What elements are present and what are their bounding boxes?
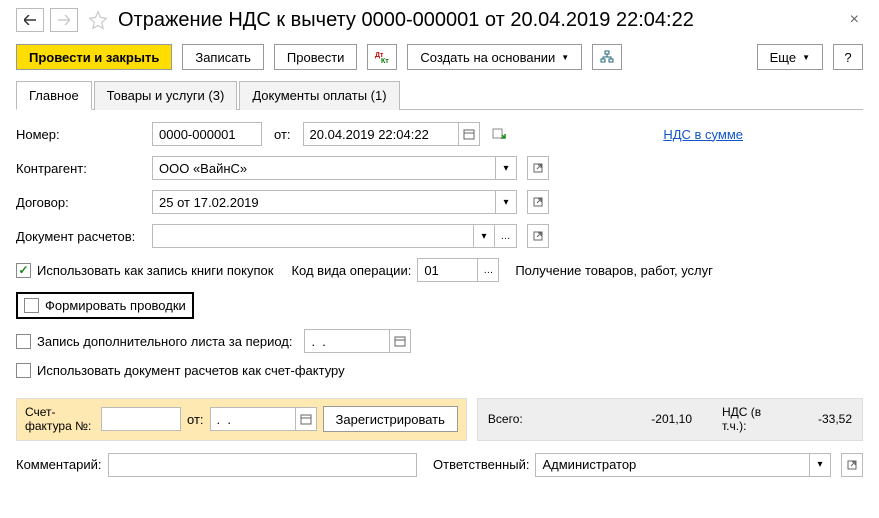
page-title: Отражение НДС к вычету 0000-000001 от 20… <box>118 9 840 32</box>
total-value: -201,10 <box>632 412 692 426</box>
refresh-icon-wrap[interactable] <box>492 127 506 141</box>
invoice-box: Счет-фактура №: от: Зарегистрировать <box>16 398 467 441</box>
totals-box: Всего: -201,10 НДС (в т.ч.): -33,52 <box>477 398 863 441</box>
contract-label: Договор: <box>16 195 146 210</box>
open-button[interactable] <box>841 453 863 477</box>
arrow-right-icon <box>58 15 70 25</box>
write-button[interactable]: Записать <box>182 44 264 70</box>
use-docrasch-checkbox[interactable] <box>16 363 31 378</box>
dtkt-button[interactable]: ДтКт <box>367 44 397 70</box>
nav-back-button[interactable] <box>16 8 44 32</box>
contragent-label: Контрагент: <box>16 161 146 176</box>
sf-from-label: от: <box>187 412 204 427</box>
addsheet-label: Запись дополнительного листа за период: <box>37 334 292 349</box>
addsheet-date-input[interactable] <box>304 329 389 353</box>
sf-label: Счет-фактура №: <box>25 405 95 434</box>
open-icon <box>533 163 543 173</box>
calendar-icon <box>300 413 312 425</box>
dropdown-button[interactable]: ▾ <box>495 190 517 214</box>
refresh-icon <box>492 127 506 141</box>
contract-input[interactable] <box>152 190 495 214</box>
calendar-button[interactable] <box>295 407 317 431</box>
number-input[interactable] <box>152 122 262 146</box>
nav-forward-button[interactable] <box>50 8 78 32</box>
structure-icon <box>600 50 614 64</box>
optype-label: Код вида операции: <box>291 263 411 278</box>
open-icon <box>533 197 543 207</box>
dropdown-button[interactable]: ▾ <box>473 224 495 248</box>
vat-value: -33,52 <box>792 412 852 426</box>
docrasch-label: Документ расчетов: <box>16 229 146 244</box>
sf-number-input[interactable] <box>101 407 181 431</box>
tab-paydocs[interactable]: Документы оплаты (1) <box>239 81 399 110</box>
post-and-close-button[interactable]: Провести и закрыть <box>16 44 172 70</box>
calendar-icon <box>463 128 475 140</box>
dtkt-icon: ДтКт <box>374 50 390 64</box>
tab-main[interactable]: Главное <box>16 81 92 110</box>
number-label: Номер: <box>16 127 146 142</box>
form-entries-label: Формировать проводки <box>45 298 186 313</box>
sf-date-input[interactable] <box>210 407 295 431</box>
responsible-label: Ответственный: <box>433 457 529 472</box>
arrow-left-icon <box>24 15 36 25</box>
date-input[interactable] <box>303 122 458 146</box>
close-button[interactable]: × <box>846 11 863 29</box>
svg-text:Кт: Кт <box>381 58 389 64</box>
star-icon[interactable] <box>88 10 108 30</box>
more-button[interactable]: Еще ▼ <box>757 44 823 70</box>
ellipsis-button[interactable]: … <box>477 258 499 282</box>
open-icon <box>533 231 543 241</box>
optype-input[interactable] <box>417 258 477 282</box>
form-entries-group: Формировать проводки <box>16 292 194 319</box>
optype-desc: Получение товаров, работ, услуг <box>515 263 713 278</box>
responsible-input[interactable] <box>535 453 809 477</box>
caret-down-icon: ▼ <box>561 53 569 62</box>
calendar-button[interactable] <box>458 122 480 146</box>
structure-button[interactable] <box>592 44 622 70</box>
create-based-label: Создать на основании <box>420 50 555 65</box>
comment-input[interactable] <box>108 453 418 477</box>
docrasch-input[interactable] <box>152 224 473 248</box>
open-button[interactable] <box>527 224 549 248</box>
contragent-input[interactable] <box>152 156 495 180</box>
from-label: от: <box>274 127 291 142</box>
help-button[interactable]: ? <box>833 44 863 70</box>
dropdown-button[interactable]: ▾ <box>809 453 831 477</box>
use-book-label: Использовать как запись книги покупок <box>37 263 273 278</box>
calendar-button[interactable] <box>389 329 411 353</box>
calendar-icon <box>394 335 406 347</box>
form-entries-checkbox[interactable] <box>24 298 39 313</box>
post-button[interactable]: Провести <box>274 44 358 70</box>
dropdown-button[interactable]: ▾ <box>495 156 517 180</box>
open-button[interactable] <box>527 156 549 180</box>
open-icon <box>847 460 857 470</box>
create-based-on-button[interactable]: Создать на основании ▼ <box>407 44 582 70</box>
use-book-checkbox[interactable] <box>16 263 31 278</box>
vat-label: НДС (в т.ч.): <box>722 405 762 433</box>
use-docrasch-label: Использовать документ расчетов как счет-… <box>37 363 345 378</box>
addsheet-checkbox[interactable] <box>16 334 31 349</box>
more-label: Еще <box>770 50 796 65</box>
open-button[interactable] <box>527 190 549 214</box>
register-button[interactable]: Зарегистрировать <box>323 406 458 432</box>
caret-down-icon: ▼ <box>802 53 810 62</box>
comment-label: Комментарий: <box>16 457 102 472</box>
ellipsis-button[interactable]: … <box>495 224 517 248</box>
tab-goods[interactable]: Товары и услуги (3) <box>94 81 238 110</box>
vat-mode-link[interactable]: НДС в сумме <box>663 127 743 142</box>
total-label: Всего: <box>488 412 523 426</box>
